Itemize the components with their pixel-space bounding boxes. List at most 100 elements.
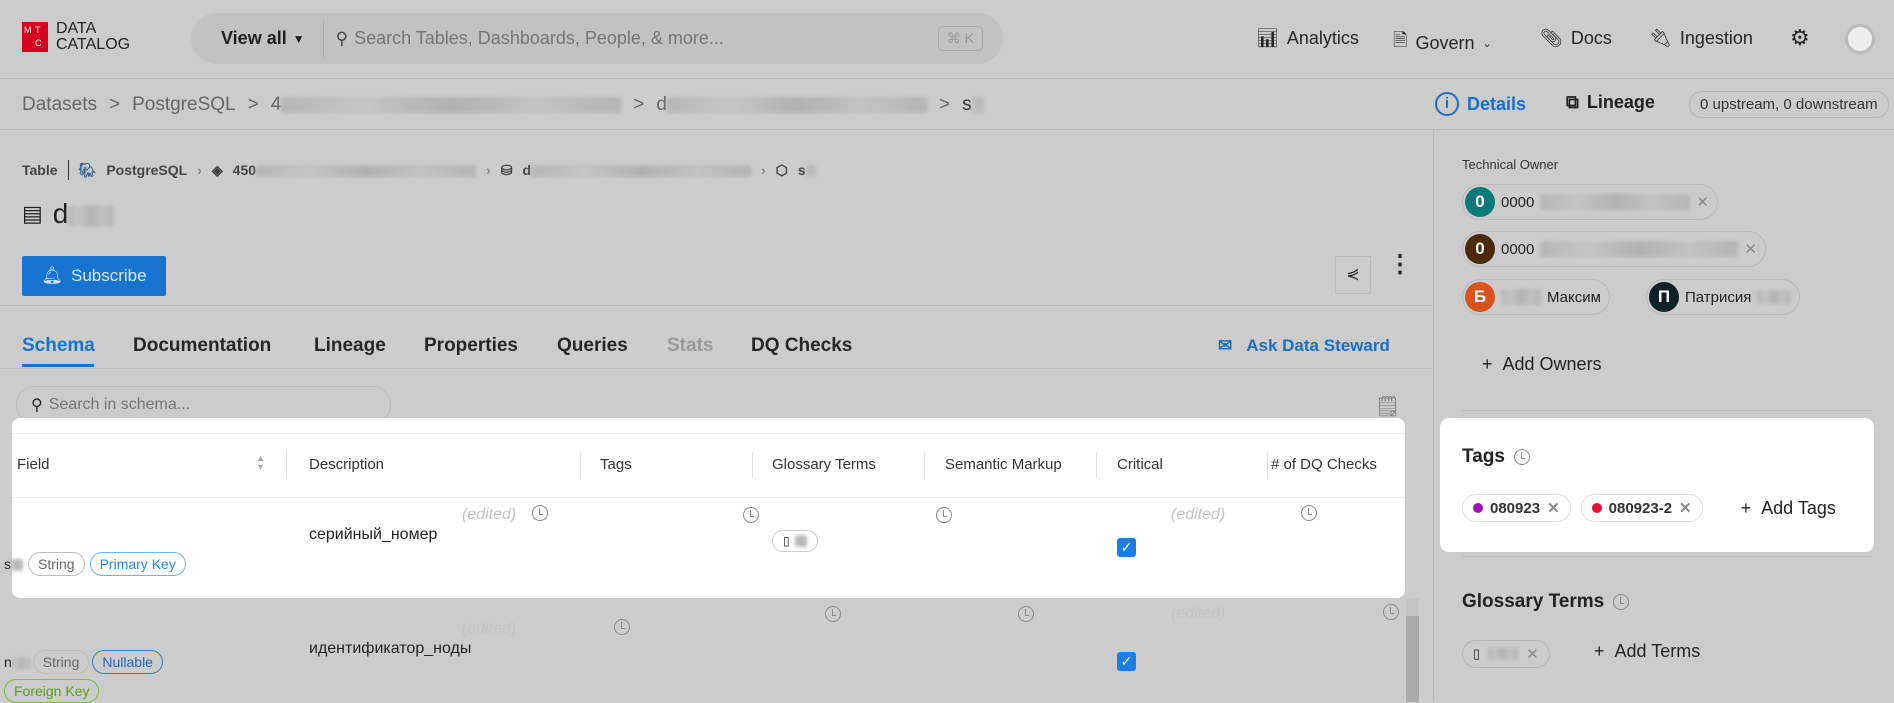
field-name[interactable]: s String Primary Key — [4, 552, 186, 576]
remove-icon[interactable]: ✕ — [1744, 240, 1757, 258]
breadcrumb-platform[interactable]: PostgreSQL — [132, 94, 236, 116]
paperclip-icon: 📎︎ — [1540, 28, 1563, 48]
logo-mark: МТС — [22, 22, 48, 52]
type-badge: String — [28, 552, 85, 576]
critical-checkbox[interactable]: ✓ — [1117, 652, 1136, 671]
tag-chip[interactable]: 080923-2 ✕ — [1580, 494, 1703, 522]
plus-icon: + — [1594, 641, 1605, 661]
breadcrumb-database[interactable]: d — [656, 94, 927, 116]
field-description[interactable]: идентификатор_ноды — [309, 640, 471, 658]
history-icon[interactable] — [1017, 605, 1034, 622]
schema-export-icon[interactable]: 🗒︎ — [1375, 394, 1400, 419]
tab-queries[interactable]: Queries — [557, 335, 628, 357]
tab-stats[interactable]: Stats — [667, 335, 713, 357]
tab-details[interactable]: i Details — [1435, 92, 1526, 116]
tag-label: 080923 — [1490, 499, 1541, 517]
more-options-button[interactable]: ⋮ — [1388, 253, 1412, 277]
owner-chip[interactable]: Б Максим — [1462, 279, 1610, 315]
entity-schema[interactable]: s — [798, 162, 816, 178]
plug-icon: 🔌︎ — [1649, 28, 1672, 48]
owner-name: Патрисия — [1685, 288, 1752, 306]
global-search-bar[interactable]: View all ▼ ⚲ ⌘ K — [191, 13, 1003, 64]
entity-database[interactable]: d — [522, 162, 751, 178]
owner-chip[interactable]: П Патрисия — [1646, 279, 1801, 315]
tab-lineage-view[interactable]: ⧉ Lineage — [1566, 92, 1655, 113]
breadcrumb-container[interactable]: 4 — [271, 94, 622, 116]
entity-platform[interactable]: PostgreSQL — [106, 162, 187, 178]
critical-checkbox[interactable]: ✓ — [1117, 538, 1136, 557]
entity-path: Table 🐘︎ PostgreSQL › ◈ 450 › ⛁ d › ⬡ s — [22, 160, 816, 180]
remove-icon[interactable]: ✕ — [1679, 499, 1692, 517]
add-tags-button[interactable]: + Add Tags — [1741, 498, 1836, 519]
history-icon[interactable] — [935, 506, 952, 523]
history-icon[interactable] — [613, 618, 630, 635]
add-owners-button[interactable]: + Add Owners — [1482, 354, 1602, 375]
remove-icon[interactable]: ✕ — [1696, 193, 1709, 211]
owner-name: Максим — [1547, 288, 1601, 306]
add-terms-button[interactable]: + Add Terms — [1594, 641, 1700, 662]
type-badge: String — [32, 650, 90, 674]
owner-section-label: Technical Owner — [1462, 157, 1559, 172]
nav-govern[interactable]: 🗎 Govern ⌄ — [1393, 28, 1492, 58]
field-name[interactable]: n String Nullable — [4, 650, 163, 674]
table-scrollbar[interactable] — [1406, 598, 1419, 702]
tab-schema[interactable]: Schema — [22, 335, 95, 357]
search-icon: ⚲ — [335, 28, 349, 48]
database-icon: ⛁ — [500, 161, 513, 178]
tab-properties[interactable]: Properties — [424, 335, 518, 357]
glossary-term-chip[interactable]: ▯ ✕ — [1462, 640, 1550, 668]
sort-icon[interactable]: ▲ ▼ — [256, 454, 265, 472]
remove-icon[interactable]: ✕ — [1526, 645, 1539, 663]
breadcrumb-schema[interactable]: s — [962, 94, 984, 116]
tags-panel: Tags 080923 ✕ 080923-2 ✕ + Add Tags — [1440, 418, 1874, 552]
field-description[interactable]: серийный_номер — [309, 526, 437, 544]
column-header-tags: Tags — [600, 456, 632, 473]
info-icon: i — [1435, 92, 1459, 116]
column-header-field[interactable]: Field — [17, 456, 50, 473]
remove-icon[interactable]: ✕ — [1547, 499, 1560, 517]
breadcrumb: Datasets > PostgreSQL > 4 > d > s — [22, 94, 984, 116]
details-label: Details — [1467, 93, 1527, 114]
schema-search-input[interactable] — [48, 395, 256, 414]
owner-chip[interactable]: 0 0000 ✕ — [1462, 184, 1718, 220]
ask-data-steward-link[interactable]: ✉ Ask Data Steward — [1218, 336, 1390, 356]
mail-icon: ✉ — [1218, 336, 1233, 355]
tag-chip[interactable]: 080923 ✕ — [1462, 494, 1571, 522]
tab-documentation[interactable]: Documentation — [133, 335, 271, 357]
glossary-terms-title: Glossary Terms — [1462, 591, 1630, 613]
table-icon: ▤ — [22, 201, 43, 226]
postgres-icon: 🐘︎ — [78, 161, 97, 178]
global-search-input[interactable] — [354, 28, 938, 49]
primary-key-badge: Primary Key — [89, 552, 186, 576]
caret-down-icon: ▼ — [292, 31, 305, 46]
column-header-description: Description — [309, 456, 385, 473]
entity-container[interactable]: 450 — [233, 162, 477, 178]
nav-ingestion[interactable]: 🔌︎ Ingestion — [1649, 28, 1753, 49]
logo-letter: М — [24, 25, 32, 35]
history-icon[interactable] — [532, 504, 548, 521]
owner-chip[interactable]: 0 0000 ✕ — [1462, 231, 1766, 267]
book-icon: ▯ — [1473, 646, 1481, 661]
description-edited-label: (edited) — [462, 620, 517, 637]
view-all-dropdown[interactable]: View all ▼ — [191, 18, 324, 59]
history-icon[interactable] — [1613, 594, 1630, 610]
nav-docs[interactable]: 📎︎ Docs — [1540, 28, 1612, 49]
history-icon[interactable] — [1383, 603, 1400, 620]
settings-button[interactable]: ⚙ — [1790, 25, 1810, 51]
history-icon[interactable] — [825, 605, 842, 622]
subscribe-button[interactable]: 🔔︎ Subscribe — [22, 256, 166, 296]
avatar: П — [1649, 282, 1679, 312]
logo[interactable]: МТС DATA CATALOG — [22, 21, 130, 53]
description-edited-label: (edited) — [462, 506, 517, 523]
avatar: Б — [1465, 282, 1495, 312]
history-icon[interactable] — [1513, 449, 1530, 465]
nav-analytics[interactable]: 📊︎ Analytics — [1256, 28, 1359, 49]
share-button[interactable]: ⋞ — [1335, 256, 1371, 294]
breadcrumb-datasets[interactable]: Datasets — [22, 94, 97, 116]
nullable-badge: Nullable — [92, 650, 163, 674]
column-header-semantic-markup: Semantic Markup — [945, 456, 1062, 473]
glossary-term-chip[interactable]: ▯ — [772, 530, 818, 552]
user-avatar[interactable] — [1845, 24, 1875, 54]
tab-dq-checks[interactable]: DQ Checks — [751, 335, 852, 357]
tab-lineage[interactable]: Lineage — [314, 335, 386, 357]
